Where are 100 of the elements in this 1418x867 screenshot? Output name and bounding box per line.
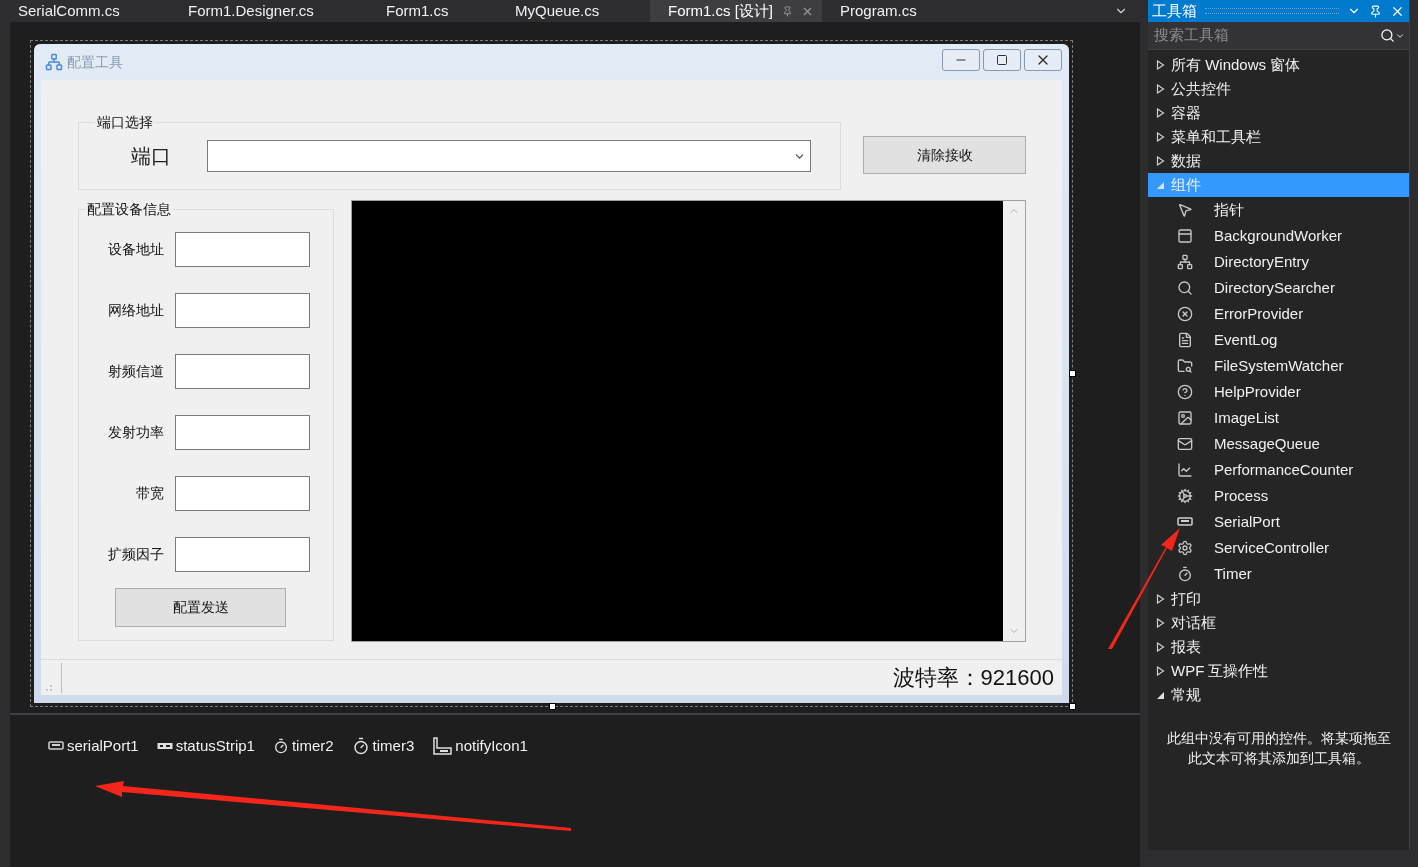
tray-component[interactable]: serialPort1 <box>48 735 139 758</box>
pointer-icon <box>1177 202 1193 218</box>
window-title: 配置工具 <box>67 52 123 72</box>
toolbox-item[interactable]: FileSystemWatcher <box>1148 353 1409 379</box>
toolbox-category[interactable]: 常规 <box>1148 683 1409 707</box>
tray-component[interactable]: notifyIcon1 <box>432 735 528 758</box>
resize-handle[interactable] <box>1069 370 1076 377</box>
input-field[interactable] <box>175 476 310 511</box>
pin-icon[interactable] <box>782 5 793 17</box>
tree-expander-icon[interactable] <box>1156 618 1165 628</box>
mail-icon <box>1177 436 1193 452</box>
window-icon <box>1177 228 1193 244</box>
field-label: 网络地址 <box>107 301 165 320</box>
toolbox-item[interactable]: PerformanceCounter <box>1148 457 1409 483</box>
magnifier-icon <box>1177 280 1193 296</box>
x-circle-icon <box>1177 306 1193 322</box>
input-field[interactable] <box>175 354 310 389</box>
send-config-button[interactable]: 配置发送 <box>115 588 286 627</box>
tree-expander-icon[interactable] <box>1156 690 1165 700</box>
gear-icon <box>1177 540 1193 556</box>
tray-component[interactable]: timer2 <box>272 735 334 758</box>
input-field[interactable] <box>175 232 310 267</box>
field-label: 扩频因子 <box>107 545 165 564</box>
toolbox-item[interactable]: ImageList <box>1148 405 1409 431</box>
toolbox-item[interactable]: ServiceController <box>1148 535 1409 561</box>
input-field[interactable] <box>175 537 310 572</box>
document-tab[interactable]: Program.cs <box>822 0 1022 22</box>
toolbox-item[interactable]: SerialPort <box>1148 509 1409 535</box>
document-tab[interactable]: Form1.cs [设计] <box>650 0 822 22</box>
search-box[interactable]: 搜索工具箱 <box>1148 22 1409 50</box>
port-dropdown[interactable] <box>207 140 811 172</box>
folder-search-icon <box>1177 358 1193 374</box>
document-tab[interactable]: Form1.cs <box>368 0 497 22</box>
field-label: 端口 <box>130 144 172 169</box>
toolbox-item[interactable]: DirectoryEntry <box>1148 249 1409 275</box>
input-field[interactable] <box>175 293 310 328</box>
tree-expander-icon[interactable] <box>1156 594 1165 604</box>
tray-component[interactable]: statusStrip1 <box>156 735 255 758</box>
tree-expander-icon[interactable] <box>1156 132 1165 142</box>
empty-group-message: 此组中没有可用的控件。将某项拖至此文本可将其添加到工具箱。 <box>1165 729 1392 768</box>
toolbox-item[interactable]: ErrorProvider <box>1148 301 1409 327</box>
network-icon <box>1177 254 1193 270</box>
maximize-icon <box>996 54 1008 66</box>
toolbox-category[interactable]: 打印 <box>1148 587 1409 611</box>
tree-expander-icon[interactable] <box>1156 642 1165 652</box>
toolbox-item[interactable]: DirectorySearcher <box>1148 275 1409 301</box>
document-tab[interactable]: SerialComm.cs <box>0 0 170 22</box>
stopwatch-icon <box>351 737 370 756</box>
search-field[interactable]: 搜索工具箱 <box>1154 24 1380 47</box>
output-textbox[interactable] <box>351 200 1026 642</box>
toolbox-category[interactable]: 菜单和工具栏 <box>1148 125 1409 149</box>
tray-window-icon <box>432 737 453 756</box>
toolbox-category[interactable]: 公共控件 <box>1148 77 1409 101</box>
toolbox-category[interactable]: 容器 <box>1148 101 1409 125</box>
tree-expander-icon[interactable] <box>1156 60 1165 70</box>
clear-receive-button[interactable]: 清除接收 <box>863 136 1026 174</box>
toolbox-item[interactable]: MessageQueue <box>1148 431 1409 457</box>
toolbox-item[interactable]: 指针 <box>1148 197 1409 223</box>
toolbox-item[interactable]: EventLog <box>1148 327 1409 353</box>
toolbox-item[interactable]: Process <box>1148 483 1409 509</box>
toolbox-item[interactable]: HelpProvider <box>1148 379 1409 405</box>
toolbox-category[interactable]: WPF 互操作性 <box>1148 659 1409 683</box>
tree-expander-icon[interactable] <box>1156 108 1165 118</box>
field-label: 射频信道 <box>107 362 165 381</box>
document-icon <box>1177 332 1193 348</box>
stopwatch-icon <box>272 738 289 755</box>
toolbox-item[interactable]: BackgroundWorker <box>1148 223 1409 249</box>
port-icon <box>48 740 64 753</box>
tree-expander-icon[interactable] <box>1156 84 1165 94</box>
panel-title: 工具箱 <box>1152 0 1197 21</box>
status-strip-icon <box>156 741 173 752</box>
port-icon <box>1177 516 1193 528</box>
tray-component[interactable]: timer3 <box>351 735 415 758</box>
input-field[interactable] <box>175 415 310 450</box>
document-tab[interactable]: MyQueue.cs <box>497 0 650 22</box>
toolbox-category[interactable]: 对话框 <box>1148 611 1409 635</box>
stopwatch-icon <box>1177 566 1193 582</box>
resize-handle[interactable] <box>1069 703 1076 710</box>
field-label: 发射功率 <box>107 423 165 442</box>
image-icon <box>1177 410 1193 426</box>
toolbox-category[interactable]: 报表 <box>1148 635 1409 659</box>
group-title: 配置设备信息 <box>86 200 172 219</box>
form-window[interactable]: 配置工具 端口选择 端口 清除接收 配置设备信息 设备地址 网络地址 射频信道 发射功率 带宽 扩频因子 配置发送 波特率：921600 <box>34 44 1069 703</box>
tree-expander-icon[interactable] <box>1156 666 1165 676</box>
toolbox-category[interactable]: 所有 Windows 窗体 <box>1148 53 1409 77</box>
pin-icon[interactable] <box>1369 4 1382 18</box>
chart-icon <box>1177 462 1193 478</box>
toolbox-item[interactable]: Timer <box>1148 561 1409 587</box>
search-icon[interactable] <box>1380 28 1395 43</box>
tree-expander-icon[interactable] <box>1156 156 1165 166</box>
toolbox-category[interactable]: 数据 <box>1148 149 1409 173</box>
resize-handle[interactable] <box>549 703 556 710</box>
maximize-button[interactable] <box>983 49 1021 71</box>
resize-grip-icon <box>45 684 53 692</box>
field-label: 设备地址 <box>107 240 165 259</box>
group-title: 端口选择 <box>96 113 154 132</box>
gears-icon <box>1177 488 1193 504</box>
baud-rate-status: 波特率：921600 <box>892 664 1054 692</box>
document-tab[interactable]: Form1.Designer.cs <box>170 0 368 22</box>
app-icon <box>45 53 63 71</box>
